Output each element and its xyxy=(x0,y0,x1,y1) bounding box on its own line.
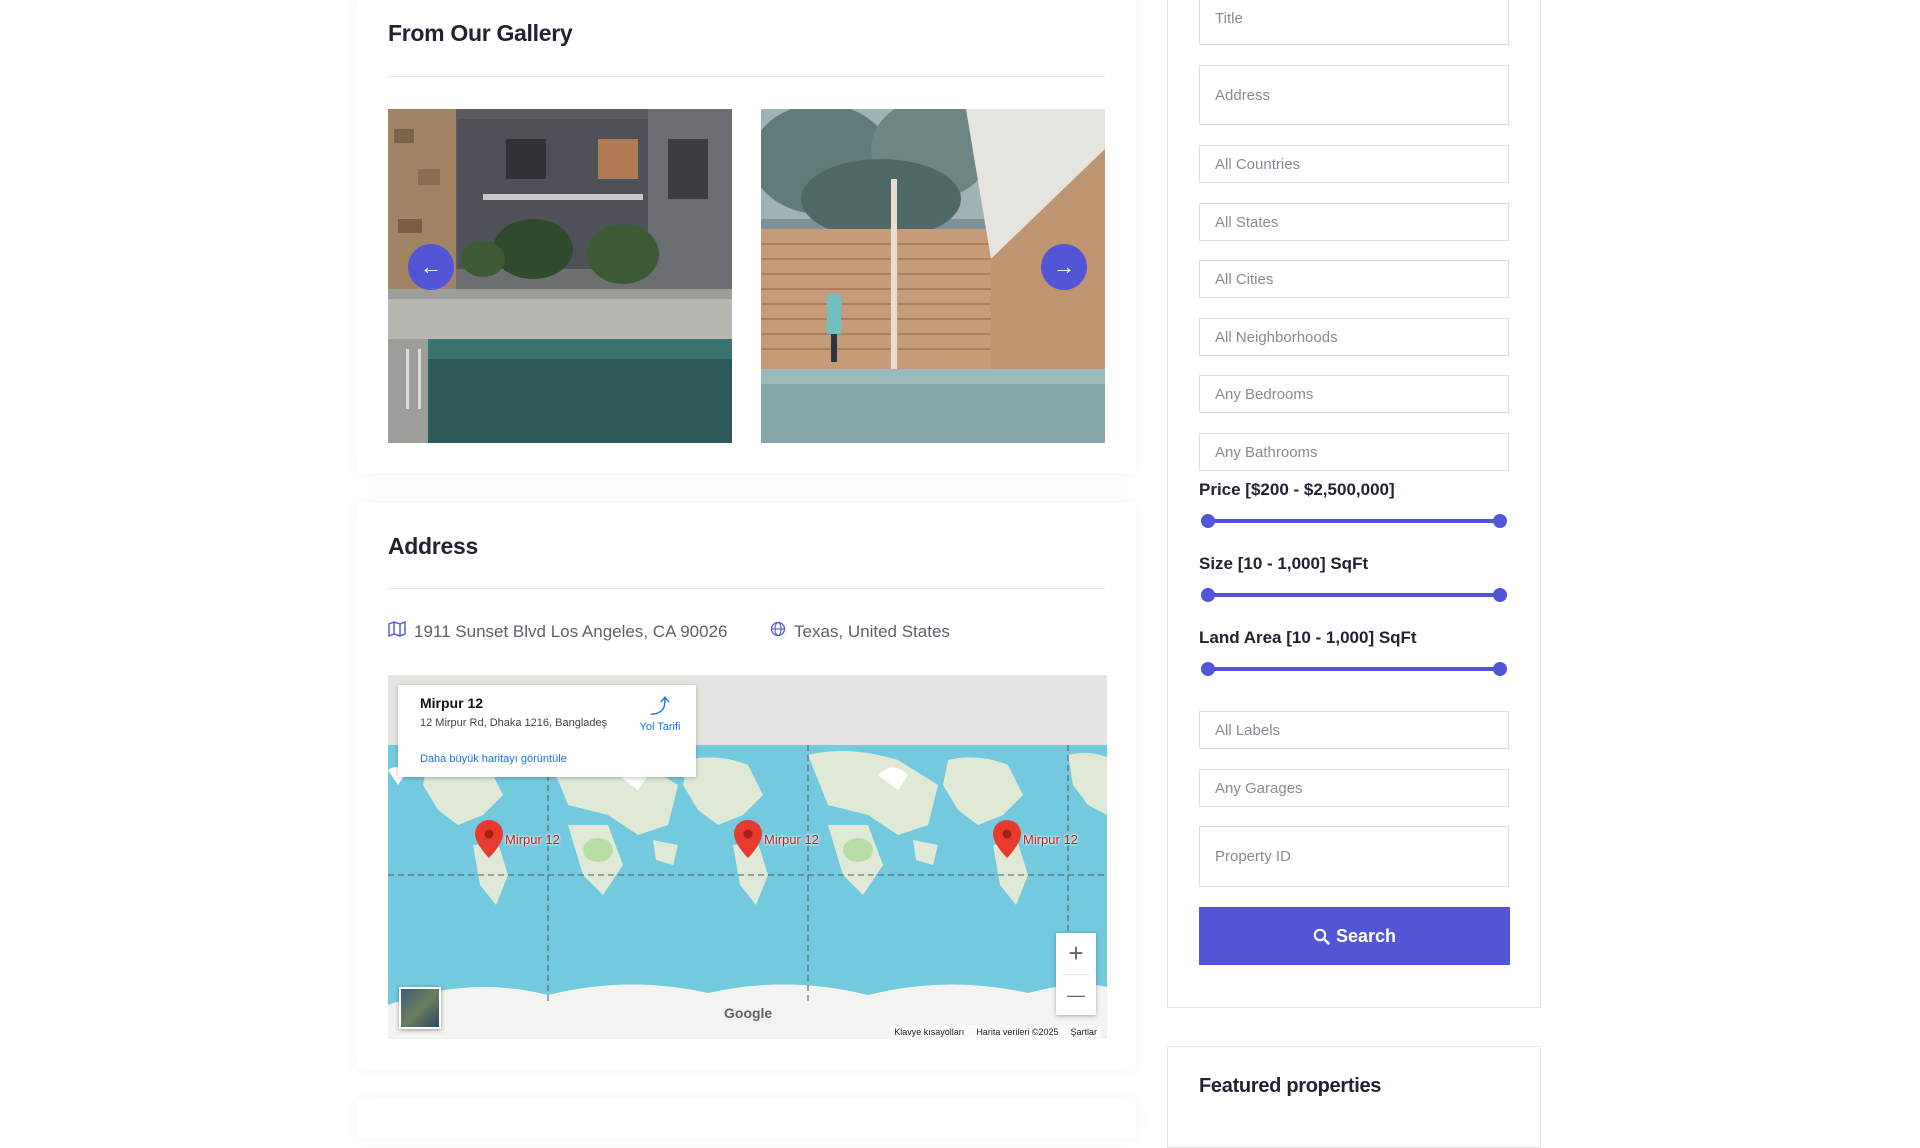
property-id-input[interactable]: Property ID xyxy=(1199,826,1509,887)
title-input[interactable]: Title xyxy=(1199,0,1509,45)
size-range-track xyxy=(1208,593,1500,597)
address-region-text: Texas, United States xyxy=(794,621,950,641)
map-footer: Klavye kısayolları Harita verileri ©2025… xyxy=(890,1025,1101,1039)
map-terms-link[interactable]: Şartlar xyxy=(1070,1027,1097,1037)
directions-icon: ⤴ xyxy=(650,696,670,718)
arrow-right-icon: → xyxy=(1053,254,1075,279)
map-marker[interactable] xyxy=(475,820,503,863)
land-area-range-slider[interactable] xyxy=(1201,662,1507,676)
map-directions-button[interactable]: ⤴ Yol Tarifi xyxy=(630,697,690,733)
garages-select[interactable]: Any Garages xyxy=(1199,769,1509,807)
gallery-title: From Our Gallery xyxy=(388,20,573,46)
price-max-handle[interactable] xyxy=(1493,514,1507,528)
property-search-sidebar: Title Address All Countries All States A… xyxy=(1167,0,1541,1008)
map-directions-label: Yol Tarifi xyxy=(639,721,681,733)
bathrooms-select[interactable]: Any Bathrooms xyxy=(1199,433,1509,471)
states-select[interactable]: All States xyxy=(1199,203,1509,241)
size-max-handle[interactable] xyxy=(1493,588,1507,602)
zoom-out-button[interactable]: — xyxy=(1056,975,1096,1016)
price-min-handle[interactable] xyxy=(1201,514,1215,528)
address-input[interactable]: Address xyxy=(1199,65,1509,125)
search-button-label: Search xyxy=(1335,925,1397,946)
map-icon xyxy=(388,620,406,642)
land-area-max-handle[interactable] xyxy=(1493,662,1507,676)
address-section: Address 1911 Sunset Blvd Los Angeles, CA… xyxy=(357,503,1136,1069)
price-range-slider[interactable] xyxy=(1201,514,1507,528)
next-section-card xyxy=(357,1099,1136,1139)
map-data-text: Harita verileri ©2025 xyxy=(976,1027,1059,1037)
search-button[interactable]: Search xyxy=(1199,907,1510,965)
land-area-min-handle[interactable] xyxy=(1201,662,1215,676)
map-marker-label: Mirpur 12 xyxy=(1023,832,1078,847)
address-street-text: 1911 Sunset Blvd Los Angeles, CA 90026 xyxy=(414,621,728,641)
labels-select[interactable]: All Labels xyxy=(1199,711,1509,749)
search-icon xyxy=(1313,928,1330,945)
price-range-label: Price [$200 - $2,500,000] xyxy=(1199,480,1395,499)
land-area-range-label: Land Area [10 - 1,000] SqFt xyxy=(1199,628,1417,647)
map-satellite-toggle[interactable] xyxy=(399,987,441,1029)
address-street: 1911 Sunset Blvd Los Angeles, CA 90026 xyxy=(388,620,728,642)
zoom-in-button[interactable]: + xyxy=(1056,933,1096,974)
size-range-label: Size [10 - 1,000] SqFt xyxy=(1199,554,1369,573)
map-marker[interactable] xyxy=(734,820,762,863)
map-shortcuts-link[interactable]: Klavye kısayolları xyxy=(894,1027,964,1037)
globe-icon xyxy=(770,621,786,642)
cities-select[interactable]: All Cities xyxy=(1199,260,1509,298)
gallery-prev-button[interactable]: ← xyxy=(408,244,454,290)
neighborhoods-select[interactable]: All Neighborhoods xyxy=(1199,318,1509,356)
map-marker-label: Mirpur 12 xyxy=(505,832,560,847)
map-marker-label: Mirpur 12 xyxy=(764,832,819,847)
featured-title: Featured properties xyxy=(1199,1075,1382,1097)
map-place-address: 12 Mirpur Rd, Dhaka 1216, Bangladeş xyxy=(420,717,608,729)
address-region: Texas, United States xyxy=(770,621,950,642)
google-map[interactable]: Mirpur 12 Mirpur 12 Mirpur 12 Mirpur 12 … xyxy=(388,675,1107,1039)
land-area-range-track xyxy=(1208,667,1500,671)
map-larger-link[interactable]: Daha büyük haritayı görüntüle xyxy=(420,753,567,765)
gallery-section: From Our Gallery ← → xyxy=(357,0,1136,473)
map-zoom-controls: + — xyxy=(1056,933,1096,1015)
address-divider xyxy=(388,588,1105,589)
address-title: Address xyxy=(388,533,478,559)
map-marker[interactable] xyxy=(993,820,1021,863)
countries-select[interactable]: All Countries xyxy=(1199,145,1509,183)
gallery-next-button[interactable]: → xyxy=(1041,244,1087,290)
bedrooms-select[interactable]: Any Bedrooms xyxy=(1199,375,1509,413)
size-range-slider[interactable] xyxy=(1201,588,1507,602)
google-logo: Google xyxy=(724,1005,773,1021)
gallery-divider xyxy=(388,76,1105,77)
map-place-name: Mirpur 12 xyxy=(420,695,484,711)
arrow-left-icon: ← xyxy=(420,254,442,279)
price-range-track xyxy=(1208,519,1500,523)
featured-properties-section: Featured properties xyxy=(1167,1046,1541,1148)
map-info-window: Mirpur 12 12 Mirpur Rd, Dhaka 1216, Bang… xyxy=(398,685,696,777)
size-min-handle[interactable] xyxy=(1201,588,1215,602)
